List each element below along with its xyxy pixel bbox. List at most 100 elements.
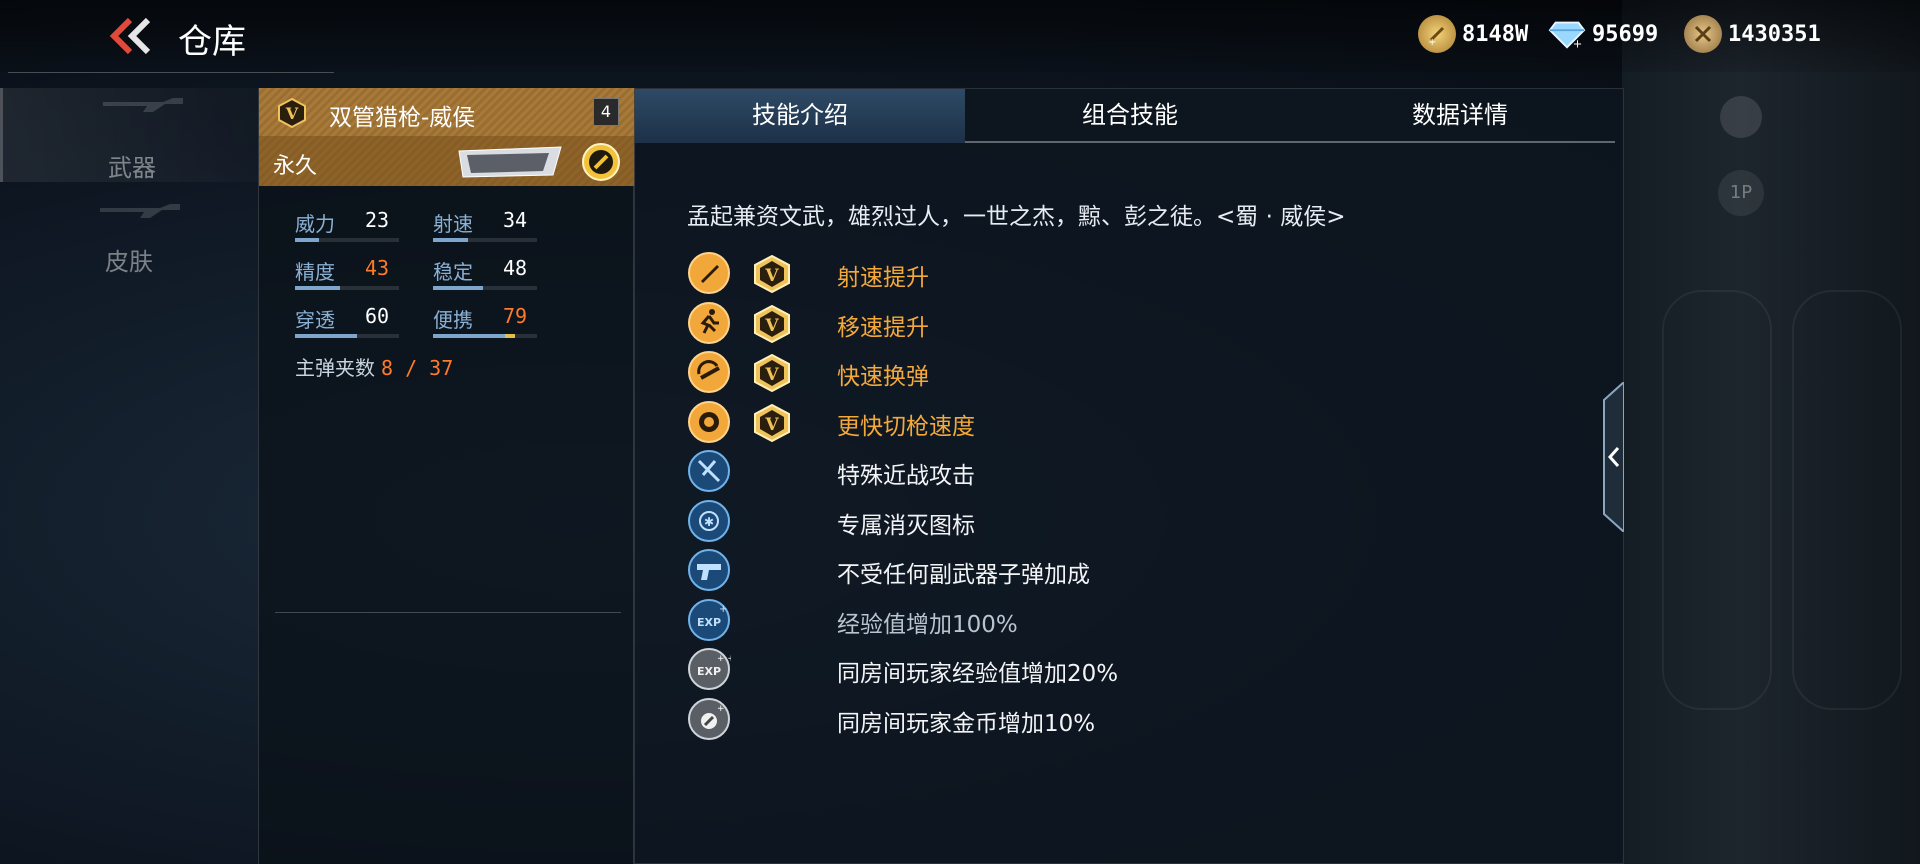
svg-text:EXP: EXP: [697, 665, 721, 678]
skill-label: 专属消灭图标: [837, 512, 975, 539]
weapon-series-logo: [455, 145, 565, 179]
svg-text:V: V: [285, 104, 299, 123]
stat-value: 43: [365, 256, 390, 280]
running-man-icon: [688, 301, 730, 344]
sidebar-item-weapons[interactable]: 武器: [0, 88, 258, 182]
stat-name: 便携: [433, 308, 473, 332]
lion-head-icon: [688, 400, 730, 443]
sidebar-item-label: 皮肤: [105, 248, 153, 276]
pistol-icon: [688, 549, 730, 591]
stat-name: 精度: [295, 260, 335, 284]
skill-label: 同房间玩家金币增加10%: [837, 710, 1096, 737]
skill-row: V 移速提升: [687, 301, 1387, 345]
skill-label: 特殊近战攻击: [837, 463, 975, 489]
stat-penetration: 穿透 60: [295, 304, 425, 344]
stat-bar: [295, 334, 399, 338]
v-rank-badge-icon: V: [278, 98, 306, 128]
svg-text:V: V: [764, 316, 779, 336]
stat-power: 威力 23: [295, 208, 425, 248]
stat-bar: [433, 334, 537, 338]
tab-data-details[interactable]: 数据详情: [1295, 89, 1625, 143]
weapon-info-panel: V 双管猎枪-威侯 4 永久 威力 23 射速 34 精度 43 稳定 48 穿…: [258, 88, 635, 864]
weapon-duration: 永久: [273, 154, 318, 179]
stat-fire-rate: 射速 34: [433, 208, 563, 248]
panel-divider: [275, 612, 621, 613]
svg-text:+: +: [1573, 36, 1583, 50]
skill-row: V 射速提升: [687, 251, 1387, 295]
detail-tabs: 技能介绍 组合技能 数据详情: [635, 89, 1615, 143]
chevron-left-icon: [1603, 379, 1625, 535]
tab-skill-intro[interactable]: 技能介绍: [635, 89, 965, 143]
skill-row: + 同房间玩家金币增加10%: [687, 697, 1387, 741]
side-panel-toggle[interactable]: [1598, 379, 1625, 535]
top-bar: 仓库 + 8148W + 95699 1430351: [0, 0, 1920, 73]
skill-label: 同房间玩家经验值增加20%: [837, 661, 1119, 687]
svg-text:+: +: [1428, 37, 1436, 46]
gold-amount: 8148W: [1462, 21, 1529, 47]
honor-coin-icon: [1684, 15, 1722, 53]
ammo-label: 主弹夹数: [295, 356, 375, 380]
stat-value: 34: [503, 208, 528, 232]
settings-circle-icon[interactable]: [1720, 96, 1762, 138]
sidebar-item-label: 武器: [108, 154, 156, 182]
svg-text:+ +: + +: [717, 654, 731, 664]
diamond-plus-icon: +: [1548, 15, 1586, 53]
sidebar-item-skins[interactable]: 皮肤: [0, 194, 258, 288]
stat-value: 48: [503, 256, 528, 280]
skill-label: 更快切枪速度: [837, 413, 975, 440]
svg-text:V: V: [764, 266, 779, 286]
v-rank-badge-icon: V: [754, 255, 790, 293]
skill-label: 射速提升: [837, 265, 929, 291]
tab-combo-skills[interactable]: 组合技能: [965, 89, 1295, 143]
svg-text:✱: ✱: [704, 515, 714, 529]
background-frame-left: [1662, 290, 1772, 710]
skill-row: EXP + 经验值增加100%: [687, 598, 1387, 642]
diamond-currency[interactable]: + 95699: [1548, 14, 1658, 54]
v-rank-badge-icon: V: [754, 403, 790, 442]
title-divider: [8, 72, 334, 73]
diamond-amount: 95699: [1592, 21, 1659, 47]
v-rank-badge-icon: V: [754, 354, 790, 392]
v-rank-badge-icon: V: [754, 304, 790, 343]
skill-label: 不受任何副武器子弹加成: [837, 562, 1090, 588]
1p-view-icon[interactable]: 1P: [1718, 170, 1764, 216]
rifle-silhouette-icon: [103, 98, 183, 112]
gold-coin-plus-icon: +: [1418, 15, 1456, 53]
skill-row: EXP+ + 同房间玩家经验值增加20%: [687, 647, 1387, 691]
stat-bar: [295, 238, 399, 242]
stat-value: 79: [503, 304, 528, 328]
weapon-medal-icon[interactable]: [581, 142, 621, 182]
stat-value: 60: [365, 304, 390, 328]
svg-text:V: V: [764, 365, 779, 385]
ammo-info: 主弹夹数 8 / 37: [295, 352, 453, 381]
honor-currency[interactable]: 1430351: [1684, 14, 1821, 54]
svg-text:+: +: [719, 604, 727, 615]
melee-knife-icon: [688, 450, 730, 492]
stat-stability: 稳定 48: [433, 256, 563, 296]
skill-label: 经验值增加100%: [837, 611, 1018, 638]
ammo-value: 8 / 37: [381, 356, 454, 380]
stat-name: 穿透: [295, 308, 335, 332]
skill-row: V 更快切枪速度: [687, 400, 1387, 444]
bullet-fire-rate-icon: [688, 252, 730, 294]
rifle-silhouette-icon: [100, 204, 180, 218]
skill-detail-panel: 技能介绍 组合技能 数据详情 孟起兼资文武，雄烈过人，一世之杰，黥、彭之徒。<蜀…: [634, 88, 1624, 864]
stat-value: 23: [365, 208, 390, 232]
skill-row: ✱ 专属消灭图标: [687, 499, 1387, 543]
gold-currency[interactable]: + 8148W: [1418, 14, 1528, 54]
stat-name: 射速: [433, 212, 473, 236]
stat-bar: [433, 238, 537, 242]
weapon-description: 孟起兼资文武，雄烈过人，一世之杰，黥、彭之徒。<蜀 · 威侯>: [687, 204, 1346, 230]
svg-text:EXP: EXP: [697, 616, 721, 629]
exp-boost-icon: EXP+: [688, 598, 730, 641]
room-exp-boost-icon: EXP+ +: [688, 648, 731, 690]
svg-text:V: V: [764, 415, 779, 435]
background-weapon-display: 1P: [1622, 0, 1920, 864]
back-button[interactable]: [108, 16, 154, 56]
honor-amount: 1430351: [1728, 21, 1821, 47]
page-title: 仓库: [178, 22, 246, 62]
svg-text:+: +: [717, 704, 725, 714]
double-chevron-left-icon: [109, 17, 151, 55]
skill-row: V 快速换弹: [687, 350, 1387, 394]
weapon-name: 双管猎枪-威侯: [329, 105, 476, 131]
